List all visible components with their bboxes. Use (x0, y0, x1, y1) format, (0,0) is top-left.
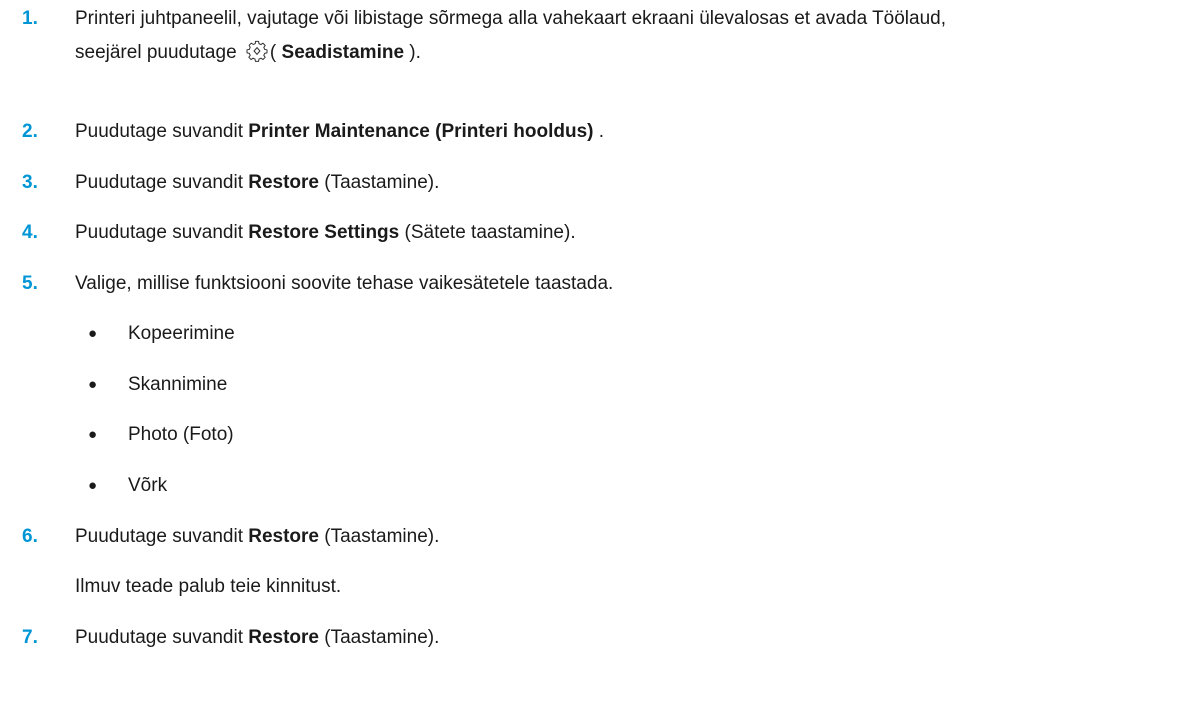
bullet-icon: ● (88, 325, 98, 342)
step-text: Puudutage suvandit Restore (Taastamine). (75, 621, 1167, 655)
bullet-text: Photo (Foto) (128, 424, 234, 445)
step-7: 7. Puudutage suvandit Restore (Taastamin… (0, 621, 1177, 655)
bullet-icon: ● (88, 426, 98, 443)
step-bold-label: Restore (248, 526, 319, 547)
step-text: Printeri juhtpaneelil, vajutage või libi… (75, 2, 1167, 70)
confirmation-note: Ilmuv teade palub teie kinnitust. (75, 576, 342, 597)
step-number: 3. (22, 172, 38, 193)
step-text: Puudutage suvandit Restore Settings (Sät… (75, 216, 1167, 250)
bullet-text: Skannimine (128, 374, 228, 395)
step-text-prefix: Puudutage suvandit (75, 627, 249, 648)
step-text-prefix: Puudutage suvandit (75, 222, 249, 243)
step-text-prefix: Puudutage suvandit (75, 526, 249, 547)
bullet-item: ● Photo (Foto) (0, 418, 1177, 452)
step-text: Puudutage suvandit Restore (Taastamine). (75, 166, 1167, 200)
bullet-icon: ● (88, 376, 98, 393)
step-bold-label: Seadistamine (281, 42, 405, 63)
step-bold-label: Printer Maintenance (Printeri hooldus) (248, 121, 594, 142)
step-bold-label: Restore (248, 627, 319, 648)
step-number: 6. (22, 526, 38, 547)
step-bold-label: Restore (248, 172, 319, 193)
bullet-item: ● Võrk (0, 469, 1177, 503)
step-text: Valige, millise funktsiooni soovite teha… (75, 273, 614, 294)
step-text-suffix: (Taastamine). (319, 172, 440, 193)
step-text-prefix: seejärel puudutage (75, 42, 242, 63)
step-number: 1. (22, 8, 38, 29)
step-bold-label: Restore Settings (248, 222, 400, 243)
step-text-line1: Printeri juhtpaneelil, vajutage või libi… (75, 8, 947, 29)
step-1: 1. Printeri juhtpaneelil, vajutage või l… (0, 2, 1177, 72)
step-text-suffix: (Taastamine). (319, 526, 440, 547)
bullet-icon: ● (88, 477, 98, 494)
step-6: 6. Puudutage suvandit Restore (Taastamin… (0, 520, 1177, 554)
gear-icon (246, 40, 268, 62)
paren-open: ( (269, 42, 282, 63)
bullet-item: ● Skannimine (0, 368, 1177, 402)
bullet-text: Kopeerimine (128, 323, 235, 344)
step-text-prefix: Puudutage suvandit (75, 172, 249, 193)
step-4: 4. Puudutage suvandit Restore Settings (… (0, 216, 1177, 250)
step-3: 3. Puudutage suvandit Restore (Taastamin… (0, 166, 1177, 200)
step-text-prefix: Puudutage suvandit (75, 121, 249, 142)
step-5: 5. Valige, millise funktsiooni soovite t… (0, 267, 1177, 301)
step-text-suffix: . (593, 121, 605, 142)
paren-close: ). (404, 42, 421, 63)
step-text-suffix: (Taastamine). (319, 627, 440, 648)
step-6-note: Ilmuv teade palub teie kinnitust. (0, 570, 1177, 604)
step-number: 2. (22, 121, 38, 142)
step-number: 4. (22, 222, 38, 243)
step-2: 2. Puudutage suvandit Printer Maintenanc… (0, 115, 1177, 149)
step-text: Puudutage suvandit Restore (Taastamine). (75, 520, 1167, 554)
step-number: 7. (22, 627, 38, 648)
step-text-suffix: (Sätete taastamine). (399, 222, 576, 243)
step-number: 5. (22, 273, 38, 294)
bullet-item: ● Kopeerimine (0, 317, 1177, 351)
step-text: Puudutage suvandit Printer Maintenance (… (75, 115, 1167, 149)
bullet-text: Võrk (128, 475, 168, 496)
